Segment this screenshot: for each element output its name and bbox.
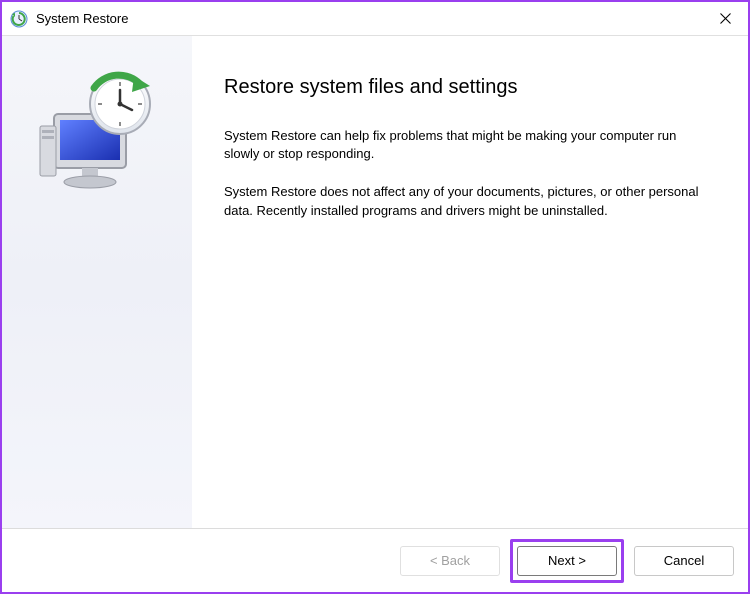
system-restore-icon [10, 10, 28, 28]
next-button-highlight: Next > [510, 539, 624, 583]
titlebar: System Restore [2, 2, 748, 36]
close-button[interactable] [702, 2, 748, 36]
wizard-content: Restore system files and settings System… [192, 36, 748, 528]
system-restore-window: System Restore [0, 0, 750, 594]
window-title: System Restore [36, 11, 702, 26]
next-button[interactable]: Next > [517, 546, 617, 576]
description-paragraph-1: System Restore can help fix problems tha… [224, 127, 712, 163]
body-area: Restore system files and settings System… [2, 36, 748, 528]
cancel-button[interactable]: Cancel [634, 546, 734, 576]
back-button: < Back [400, 546, 500, 576]
description-paragraph-2: System Restore does not affect any of yo… [224, 183, 712, 219]
wizard-footer: < Back Next > Cancel [2, 528, 748, 592]
restore-hero-icon [32, 66, 162, 196]
page-heading: Restore system files and settings [224, 76, 712, 99]
wizard-sidebar [2, 36, 192, 528]
